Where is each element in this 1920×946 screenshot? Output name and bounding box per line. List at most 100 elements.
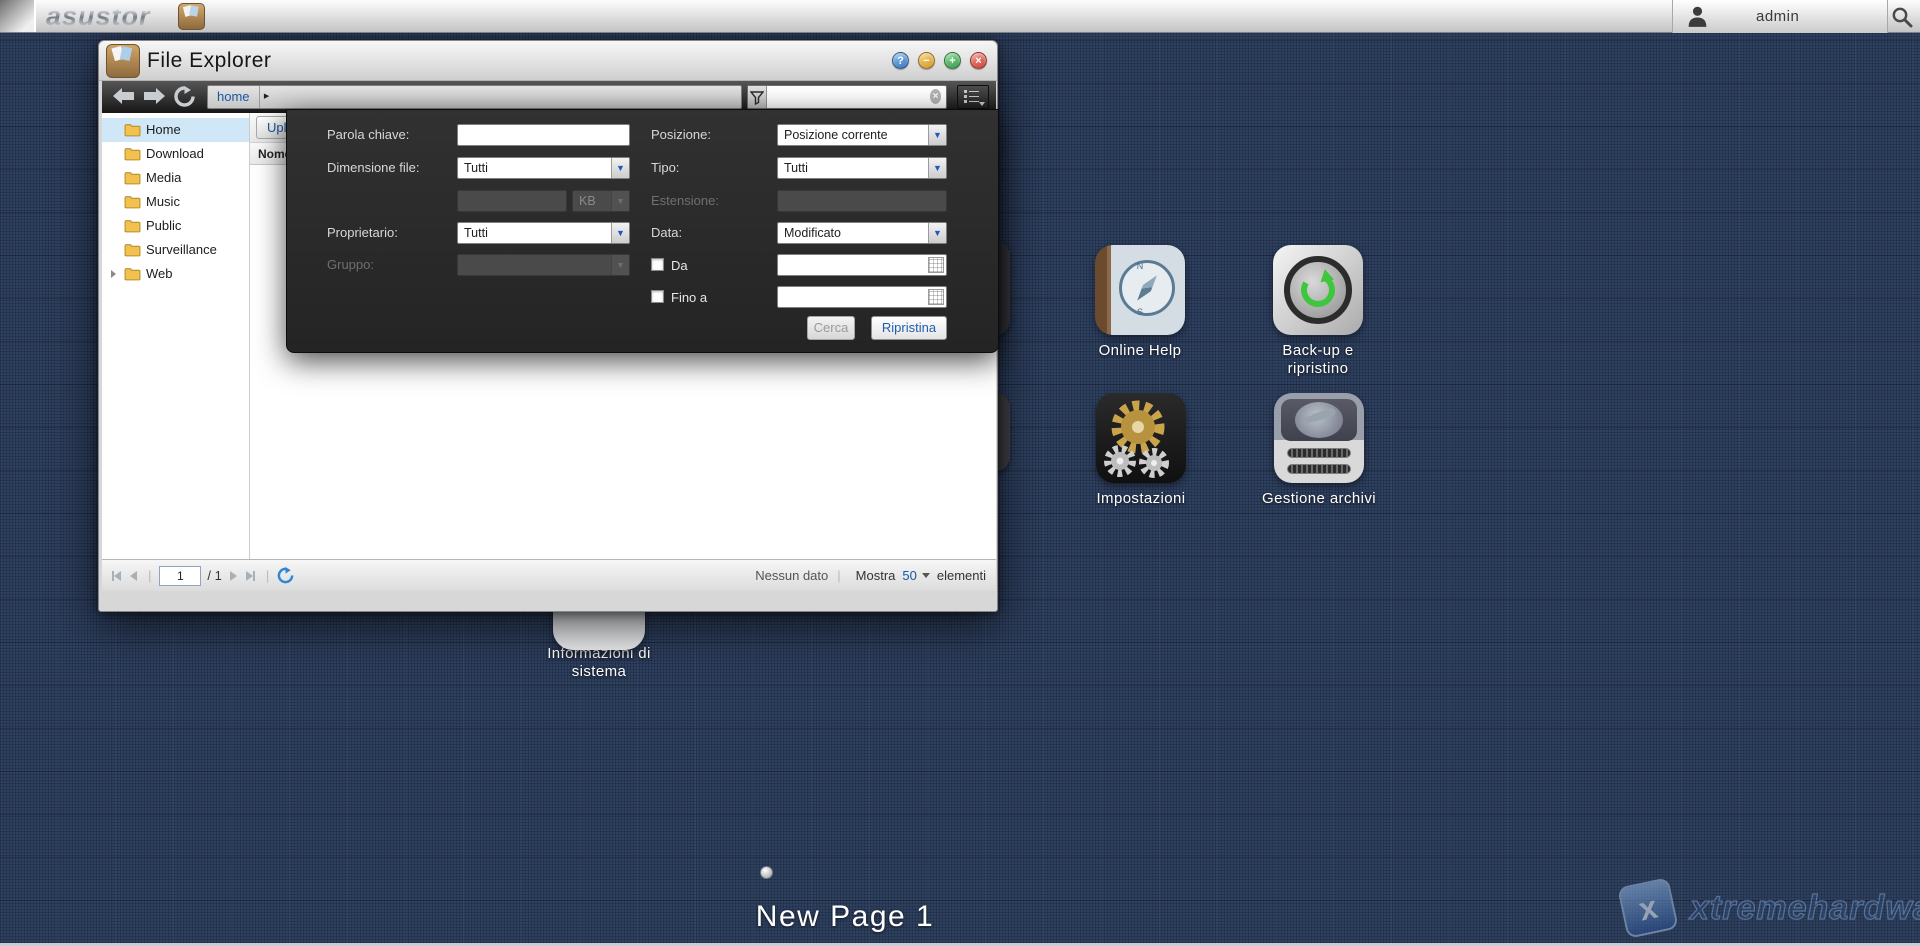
window-title: File Explorer [147,41,271,81]
filesize-value-input-disabled [457,190,567,212]
status-text: Nessun dato [755,568,828,583]
next-page-button[interactable] [230,571,237,581]
filesize-select[interactable]: Tutti▼ [457,157,630,179]
first-page-button[interactable] [112,571,121,581]
chevron-down-icon: ▼ [611,158,629,178]
settings-label[interactable]: Impostazioni [1061,490,1221,508]
window-maximize-button[interactable]: + [944,52,961,69]
calendar-icon[interactable] [928,289,944,305]
date-mode-select[interactable]: Modificato▼ [777,222,947,244]
chevron-down-icon: ▼ [928,158,946,178]
reset-button[interactable]: Ripristina [871,316,947,340]
storage-manager-icon[interactable] [1274,393,1364,483]
per-page-select[interactable]: 50 [902,568,916,583]
owner-select[interactable]: Tutti▼ [457,222,630,244]
elementi-label: elementi [937,568,986,583]
mostra-label: Mostra [856,568,896,583]
desktop-page-indicator[interactable] [760,866,773,879]
chevron-down-icon: ▼ [611,255,629,275]
from-date-input[interactable] [777,254,947,276]
sidebar-item-home[interactable]: Home [102,118,249,142]
type-label: Tipo: [651,157,679,179]
folder-icon [124,171,141,185]
chevron-down-icon[interactable] [922,573,930,578]
watermark-text: xtremehardware.it [1690,889,1920,928]
breadcrumb[interactable]: home ▶ [207,85,742,109]
backup-restore-label[interactable]: Back-up e ripristino [1258,342,1378,378]
advanced-search-panel: Parola chiave: Posizione: Posizione corr… [286,109,999,353]
to-date-label: Fino a [671,290,707,305]
corner-widget[interactable] [0,0,36,32]
chevron-down-icon: ▼ [928,223,946,243]
window-help-button[interactable]: ? [892,52,909,69]
window-titlebar[interactable]: File Explorer ? − + × [99,41,997,81]
top-bar: asustor admin [0,0,1920,33]
sidebar-item-surveillance[interactable]: Surveillance [102,238,249,262]
clear-filter-icon[interactable]: × [930,89,941,104]
folder-icon [124,123,141,137]
extension-input-disabled [777,190,947,212]
system-info-label[interactable]: Informazioni di sistema [534,645,664,681]
sidebar-item-download[interactable]: Download [102,142,249,166]
date-label: Data: [651,222,682,244]
refresh-list-icon[interactable] [277,567,294,584]
folder-icon [124,147,141,161]
owner-label: Proprietario: [327,222,398,244]
to-date-input[interactable] [777,286,947,308]
online-help-label[interactable]: Online Help [1060,342,1220,360]
filter-icon[interactable] [748,86,767,108]
last-page-button[interactable] [246,571,255,581]
sidebar-item-music[interactable]: Music [102,190,249,214]
file-explorer-app-icon [106,44,140,78]
chevron-down-icon: ▼ [928,125,946,145]
folder-icon [124,243,141,257]
chevron-down-icon [979,102,985,106]
settings-icon[interactable] [1096,393,1186,483]
online-help-icon[interactable]: N S [1095,245,1185,335]
keyword-input[interactable] [457,124,630,146]
search-button[interactable]: Cerca [807,316,855,340]
group-label: Gruppo: [327,254,374,276]
group-select-disabled: ▼ [457,254,630,276]
folder-icon [124,267,141,281]
file-explorer-window: File Explorer ? − + × home ▶ × [98,40,998,612]
extension-label: Estensione: [651,190,719,212]
window-minimize-button[interactable]: − [918,52,935,69]
from-date-checkbox[interactable] [651,258,664,271]
user-menu[interactable]: admin [1672,0,1888,33]
sidebar-item-media[interactable]: Media [102,166,249,190]
backup-restore-icon[interactable] [1273,245,1363,335]
storage-manager-label[interactable]: Gestione archivi [1239,490,1399,508]
search-icon[interactable] [1890,5,1914,29]
position-select[interactable]: Posizione corrente▼ [777,124,947,146]
asustor-logo: asustor [46,0,151,33]
user-icon [1685,4,1710,29]
breadcrumb-expand-icon[interactable]: ▶ [259,86,274,108]
user-name: admin [1756,0,1799,33]
desktop-page-label: New Page 1 [690,900,1000,934]
from-date-label: Da [671,258,688,273]
folder-icon [124,195,141,209]
forward-button[interactable] [143,87,166,106]
chevron-down-icon: ▼ [611,191,629,211]
back-button[interactable] [112,87,135,106]
view-options-button[interactable] [957,85,989,109]
prev-page-button[interactable] [130,571,137,581]
sidebar-item-web[interactable]: Web [102,262,249,286]
window-close-button[interactable]: × [970,52,987,69]
green-restore-arrow-icon [1296,268,1340,312]
sidebar-item-public[interactable]: Public [102,214,249,238]
filesize-label: Dimensione file: [327,157,420,179]
watermark-x-icon: x [1617,877,1679,939]
expand-caret-icon[interactable] [111,270,116,278]
filter-input[interactable] [767,86,930,108]
folder-icon [124,219,141,233]
calendar-icon[interactable] [928,257,944,273]
breadcrumb-home[interactable]: home [208,86,259,108]
refresh-button[interactable] [174,86,195,107]
page-number-input[interactable] [159,566,201,586]
keyword-label: Parola chiave: [327,124,409,146]
type-select[interactable]: Tutti▼ [777,157,947,179]
to-date-checkbox[interactable] [651,290,664,303]
file-explorer-taskbar-icon[interactable] [178,3,205,30]
